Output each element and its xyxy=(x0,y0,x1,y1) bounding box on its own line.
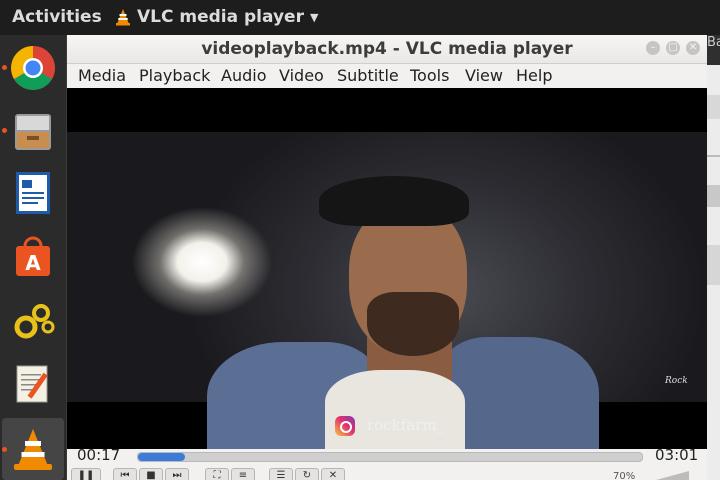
menu-help[interactable]: Help xyxy=(516,66,552,85)
background-window-row xyxy=(706,185,720,207)
close-button[interactable]: ✕ xyxy=(686,41,700,55)
fullscreen-button[interactable]: ⛶ xyxy=(205,468,229,480)
instagram-icon xyxy=(335,416,355,436)
menu-subtitle[interactable]: Subtitle xyxy=(337,66,399,85)
previous-button[interactable]: ⏮ xyxy=(113,468,137,480)
volume-slider[interactable] xyxy=(645,471,689,480)
play-pause-button[interactable]: ❚❚ xyxy=(71,468,101,480)
menu-tools[interactable]: Tools xyxy=(410,66,449,85)
svg-text:A: A xyxy=(25,251,41,275)
chevron-down-icon: ▼ xyxy=(309,10,319,24)
video-frame: Rock xyxy=(67,132,707,449)
video-content xyxy=(325,370,465,449)
running-indicator xyxy=(2,65,7,70)
menu-bar: Media Playback Audio Video Subtitle Tool… xyxy=(67,64,707,88)
instagram-handle: rockfarm_ xyxy=(367,416,445,434)
running-indicator xyxy=(2,447,7,452)
minimize-button[interactable]: – xyxy=(646,41,660,55)
menu-view[interactable]: View xyxy=(465,66,503,85)
total-time: 03:01 xyxy=(655,446,699,464)
loop-button[interactable]: ↻ xyxy=(295,468,319,480)
background-window[interactable]: Ba xyxy=(706,35,720,480)
vlc-cone-icon xyxy=(116,9,130,26)
text-editor-icon[interactable] xyxy=(8,358,58,408)
running-indicator xyxy=(2,128,7,133)
window-titlebar[interactable]: videoplayback.mp4 - VLC media player – □… xyxy=(67,35,707,64)
activities-button[interactable]: Activities xyxy=(12,7,102,27)
files-icon[interactable] xyxy=(8,106,58,156)
background-window-row xyxy=(706,95,720,119)
shuffle-button[interactable]: ✕ xyxy=(321,468,345,480)
vlc-window: videoplayback.mp4 - VLC media player – □… xyxy=(67,35,707,480)
video-display[interactable]: Rock rockfarm_ xyxy=(67,88,707,449)
app-menu-label: VLC media player xyxy=(137,7,304,27)
software-center-icon[interactable]: A xyxy=(8,232,58,282)
elapsed-time: 00:17 xyxy=(77,446,121,464)
stop-button[interactable]: ■ xyxy=(139,468,163,480)
background-window-title: Ba xyxy=(707,35,720,65)
playlist-button[interactable]: ☰ xyxy=(269,468,293,480)
dock: A xyxy=(0,35,66,480)
top-bar: Activities VLC media player ▼ xyxy=(0,0,720,35)
volume-percent: 70% xyxy=(613,471,636,480)
video-content xyxy=(367,292,459,356)
seek-bar[interactable] xyxy=(137,452,643,462)
video-watermark: Rock xyxy=(665,376,688,386)
menu-video[interactable]: Video xyxy=(279,66,324,85)
playback-controls: 00:17 03:01 ❚❚ ⏮ ■ ⏭ ⛶ ≡ ☰ ↻ ✕ 70% xyxy=(67,446,707,480)
menu-playback[interactable]: Playback xyxy=(139,66,210,85)
menu-audio[interactable]: Audio xyxy=(221,66,266,85)
extended-settings-button[interactable]: ≡ xyxy=(231,468,255,480)
maximize-button[interactable]: □ xyxy=(666,41,680,55)
menu-media[interactable]: Media xyxy=(78,66,126,85)
seek-bar-progress xyxy=(138,453,186,461)
next-button[interactable]: ⏭ xyxy=(165,468,189,480)
vlc-icon[interactable] xyxy=(8,424,58,474)
chrome-icon[interactable] xyxy=(8,43,58,93)
writer-icon[interactable] xyxy=(8,168,58,218)
background-window-divider xyxy=(706,155,720,157)
window-title: videoplayback.mp4 - VLC media player xyxy=(201,39,573,59)
video-content xyxy=(319,176,469,226)
background-window-row xyxy=(706,245,720,285)
app-menu[interactable]: VLC media player ▼ xyxy=(115,7,318,27)
settings-icon[interactable] xyxy=(8,295,58,345)
